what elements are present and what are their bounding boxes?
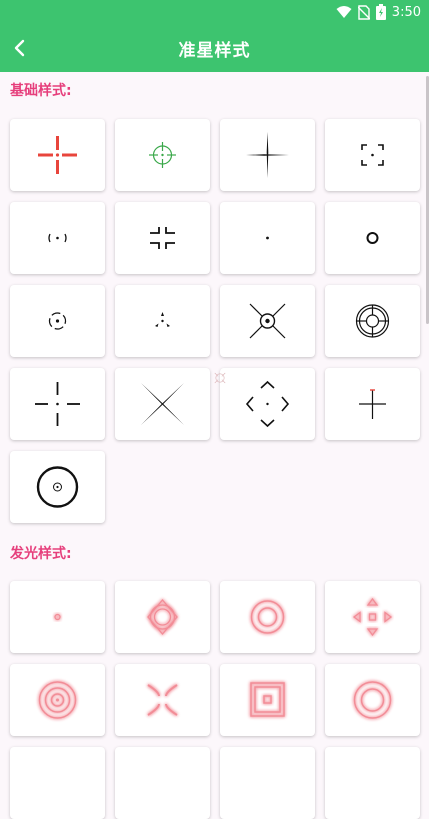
- crosshair-style-card[interactable]: [325, 119, 420, 191]
- x-circle-crosshair-icon: [249, 303, 286, 339]
- crosshair-style-card[interactable]: [115, 368, 210, 440]
- small-cross-crosshair-icon: [359, 389, 386, 419]
- gap-cross-crosshair-icon: [35, 382, 80, 426]
- crosshair-style-card[interactable]: [10, 119, 105, 191]
- glow-arrows-crosshair-icon: [352, 597, 393, 637]
- glow-target-crosshair-icon: [353, 681, 392, 719]
- status-icons: 3:50: [336, 3, 421, 21]
- wifi-icon: [336, 6, 352, 18]
- battery-charging-icon: [375, 4, 386, 20]
- double-ring-crosshair-icon: [355, 304, 390, 338]
- green-circle-crosshair-icon: [149, 142, 176, 168]
- crosshair-style-card[interactable]: [115, 202, 210, 274]
- status-bar: 3:50: [0, 0, 429, 24]
- tri-dot-crosshair-icon: [155, 312, 170, 327]
- crosshair-style-card[interactable]: [220, 664, 315, 736]
- floating-preview-crosshair-icon: [214, 372, 226, 384]
- crosshair-style-card[interactable]: [115, 285, 210, 357]
- corner-brackets-crosshair-icon: [361, 144, 384, 166]
- parentheses-dot-crosshair-icon: [48, 233, 67, 243]
- circle-crosshair-icon: [366, 232, 379, 244]
- crosshair-style-card[interactable]: [325, 202, 420, 274]
- crosshair-style-card[interactable]: [10, 664, 105, 736]
- glow-rings-crosshair-icon: [38, 681, 77, 719]
- square-brackets-crosshair-icon: [150, 227, 175, 249]
- crosshair-style-card[interactable]: [220, 285, 315, 357]
- crosshair-style-card[interactable]: [10, 451, 105, 523]
- crosshair-style-card[interactable]: [220, 202, 315, 274]
- crosshair-style-card[interactable]: [325, 581, 420, 653]
- glow-scope-crosshair-icon: [248, 598, 287, 636]
- app-bar: 准星样式: [0, 24, 429, 72]
- page-title: 准星样式: [178, 41, 251, 61]
- red-cross-crosshair-icon: [38, 136, 77, 174]
- no-sim-icon: [357, 4, 370, 20]
- glow-square-crosshair-icon: [250, 682, 285, 717]
- status-time: 3:50: [391, 4, 421, 20]
- thin-cross-crosshair-icon: [246, 132, 289, 178]
- crosshair-style-card[interactable]: [115, 747, 210, 819]
- crosshair-style-card[interactable]: [220, 747, 315, 819]
- thick-ring-crosshair-icon: [36, 466, 79, 508]
- crosshair-style-card[interactable]: [115, 664, 210, 736]
- glow-bar-crosshair-icon: [39, 612, 76, 622]
- glow-diamond-crosshair-icon: [145, 598, 180, 636]
- crosshair-style-card[interactable]: [115, 581, 210, 653]
- crosshair-style-card[interactable]: [220, 119, 315, 191]
- crosshair-style-card[interactable]: [220, 581, 315, 653]
- section-title-glow: 发光样式:: [10, 546, 72, 562]
- crosshair-style-card[interactable]: [214, 368, 315, 440]
- crosshair-style-card[interactable]: [115, 119, 210, 191]
- crosshair-style-card[interactable]: [10, 368, 105, 440]
- crosshair-style-card[interactable]: [10, 747, 105, 819]
- crosshair-style-card[interactable]: [10, 581, 105, 653]
- crosshair-style-card[interactable]: [10, 202, 105, 274]
- section-title-basic: 基础样式:: [10, 83, 72, 99]
- glow-x-crosshair-icon: [147, 684, 178, 716]
- crosshair-style-card[interactable]: [325, 368, 420, 440]
- crosshair-style-card[interactable]: [325, 664, 420, 736]
- x-lines-crosshair-icon: [141, 383, 184, 425]
- crosshair-style-card[interactable]: [325, 747, 420, 819]
- crosshair-style-card[interactable]: [325, 285, 420, 357]
- dot-crosshair-icon: [266, 236, 269, 240]
- dashed-circle-crosshair-icon: [48, 312, 67, 330]
- crosshair-style-card[interactable]: [10, 285, 105, 357]
